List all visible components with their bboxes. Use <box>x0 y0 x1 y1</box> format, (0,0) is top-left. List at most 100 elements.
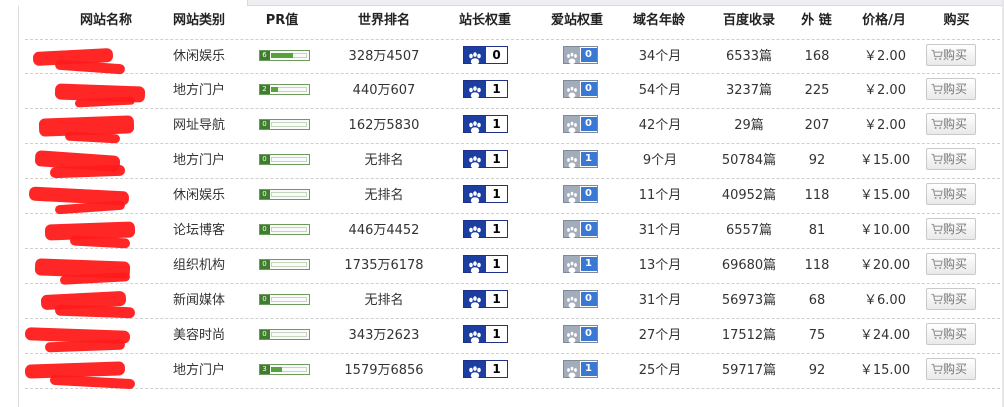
baidu-index-count: 50784篇 <box>721 153 777 168</box>
aizhan-weight-badge[interactable]: 1 <box>562 360 598 379</box>
site-name-redacted <box>25 249 145 285</box>
aizhan-weight-value: 0 <box>580 327 597 341</box>
baidu-weight-badge[interactable]: 1 <box>462 185 508 204</box>
aizhan-weight-value: 1 <box>580 362 597 376</box>
redaction-mark <box>54 59 126 75</box>
aizhan-paw-icon <box>563 221 580 239</box>
aizhan-weight[interactable]: 0 <box>555 179 605 213</box>
buy-button-label: 购买 <box>943 327 968 341</box>
buy-button[interactable]: 购买 <box>926 253 976 275</box>
baidu-index-count: 56973篇 <box>721 293 777 308</box>
aizhan-weight-badge[interactable]: 1 <box>562 255 598 274</box>
site-name-redacted <box>25 144 145 179</box>
aizhan-weight-badge[interactable]: 0 <box>562 46 598 65</box>
table-header: 网站名称 网站类别 PR值 世界排名 站长权重 爱站权重 域名年龄 百度收录 外… <box>19 6 1004 36</box>
aizhan-weight-badge[interactable]: 1 <box>562 150 598 169</box>
buy-button[interactable]: 购买 <box>926 113 976 135</box>
baidu-weight[interactable]: 1 <box>455 319 515 353</box>
header-site-type: 网站类别 <box>172 13 225 28</box>
aizhan-weight-value: 0 <box>580 117 597 131</box>
aizhan-weight-badge[interactable]: 0 <box>562 325 598 344</box>
buy-button-label: 购买 <box>943 82 968 96</box>
table-row: 论坛博客 0 446万4452 1 0 31个月 6557篇 81 ￥10.00… <box>25 214 1004 249</box>
cart-icon <box>931 363 943 374</box>
price-per-month: ￥2.00 <box>864 49 906 64</box>
price-per-month: ￥15.00 <box>859 153 911 168</box>
baidu-weight-badge[interactable]: 1 <box>462 115 508 134</box>
baidu-index-count: 17512篇 <box>721 328 777 343</box>
cart-icon <box>931 153 943 164</box>
buy-button-label: 购买 <box>943 48 968 62</box>
baidu-weight-badge[interactable]: 1 <box>462 360 508 379</box>
pr-fill <box>270 52 293 58</box>
baidu-weight-badge[interactable]: 1 <box>462 150 508 169</box>
header-price: 价格/月 <box>862 13 906 28</box>
baidu-weight-badge[interactable]: 1 <box>462 80 508 99</box>
baidu-weight-badge[interactable]: 1 <box>462 325 508 344</box>
buy-button[interactable]: 购买 <box>926 78 976 100</box>
baidu-weight[interactable]: 0 <box>455 40 515 74</box>
baidu-weight-value: 1 <box>492 292 501 306</box>
aizhan-weight[interactable]: 0 <box>555 319 605 353</box>
baidu-weight[interactable]: 1 <box>455 179 515 213</box>
baidu-weight-badge[interactable]: 1 <box>462 290 508 309</box>
baidu-paw-icon <box>463 116 486 134</box>
baidu-weight[interactable]: 1 <box>455 249 515 283</box>
buy-button-label: 购买 <box>943 222 968 236</box>
buy-button[interactable]: 购买 <box>926 358 976 380</box>
baidu-weight[interactable]: 1 <box>455 144 515 178</box>
buy-button[interactable]: 购买 <box>926 288 976 310</box>
buy-cell: 购买 <box>923 284 979 318</box>
header-world-rank: 世界排名 <box>357 13 410 28</box>
baidu-weight-badge[interactable]: 0 <box>462 46 508 65</box>
table-row: 地方门户 2 440万607 1 0 54个月 3237篇 225 ￥2.00 … <box>25 74 1004 109</box>
aizhan-weight[interactable]: 0 <box>555 109 605 143</box>
redaction-mark <box>69 235 131 249</box>
aizhan-weight[interactable]: 0 <box>555 74 605 108</box>
baidu-weight-badge[interactable]: 1 <box>462 220 508 239</box>
domain-age: 31个月 <box>638 223 682 238</box>
aizhan-weight[interactable]: 0 <box>555 214 605 248</box>
buy-button[interactable]: 购买 <box>926 183 976 205</box>
aizhan-paw-icon <box>563 47 580 65</box>
aizhan-weight-badge[interactable]: 0 <box>562 115 598 134</box>
buy-button[interactable]: 购买 <box>926 44 976 66</box>
pr-track <box>270 261 307 267</box>
buy-button[interactable]: 购买 <box>926 148 976 170</box>
baidu-weight[interactable]: 1 <box>455 74 515 108</box>
pr-number: 0 <box>259 259 270 269</box>
site-name-redacted <box>25 179 145 215</box>
site-type: 新闻媒体 <box>172 293 225 308</box>
buy-cell: 购买 <box>923 40 979 74</box>
aizhan-weight[interactable]: 1 <box>555 354 605 388</box>
price-per-month: ￥20.00 <box>859 258 911 273</box>
aizhan-weight[interactable]: 0 <box>555 284 605 318</box>
pr-number: 3 <box>259 364 270 374</box>
aizhan-weight-badge[interactable]: 0 <box>562 220 598 239</box>
aizhan-weight[interactable]: 0 <box>555 40 605 74</box>
external-links: 168 <box>804 49 830 64</box>
baidu-weight[interactable]: 1 <box>455 109 515 143</box>
site-name-redacted <box>25 40 145 75</box>
external-links: 68 <box>808 293 826 308</box>
header-buy: 购买 <box>943 13 970 28</box>
baidu-paw-icon <box>463 326 486 344</box>
pr-bar-icon: 0 <box>258 328 310 340</box>
buy-button[interactable]: 购买 <box>926 323 976 345</box>
buy-cell: 购买 <box>923 74 979 108</box>
pr-number: 0 <box>259 224 270 234</box>
buy-button-label: 购买 <box>943 187 968 201</box>
aizhan-weight[interactable]: 1 <box>555 144 605 178</box>
baidu-weight[interactable]: 1 <box>455 354 515 388</box>
aizhan-weight-badge[interactable]: 0 <box>562 185 598 204</box>
baidu-weight-badge[interactable]: 1 <box>462 255 508 274</box>
baidu-weight[interactable]: 1 <box>455 284 515 318</box>
pr-value: 6 <box>254 40 314 74</box>
aizhan-weight-value: 0 <box>580 187 597 201</box>
aizhan-weight[interactable]: 1 <box>555 249 605 283</box>
baidu-weight[interactable]: 1 <box>455 214 515 248</box>
aizhan-weight-badge[interactable]: 0 <box>562 290 598 309</box>
pr-bar-icon: 3 <box>258 363 310 375</box>
aizhan-weight-badge[interactable]: 0 <box>562 80 598 99</box>
buy-button[interactable]: 购买 <box>926 218 976 240</box>
